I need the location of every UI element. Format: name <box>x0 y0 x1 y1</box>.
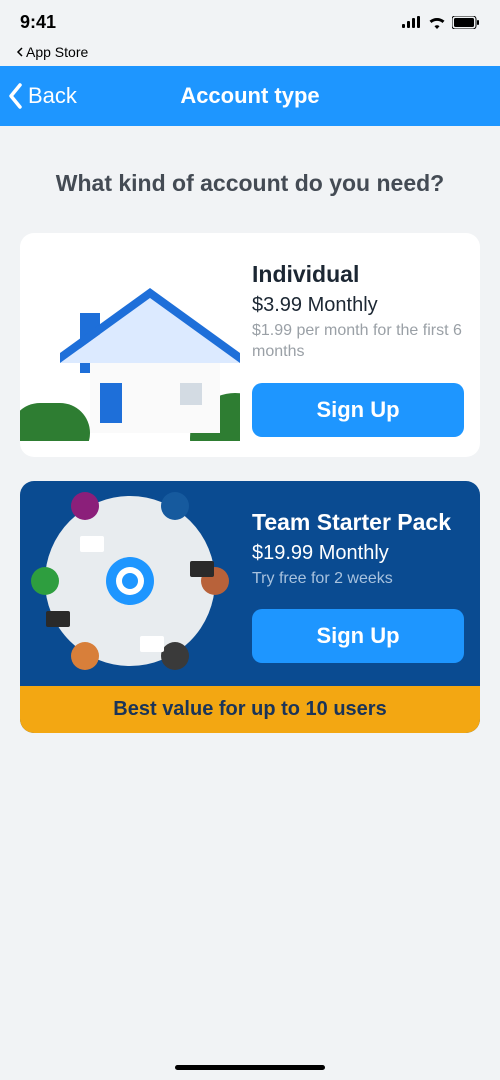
wifi-icon <box>428 16 446 29</box>
plan-price: $3.99 Monthly <box>252 294 464 317</box>
heading: What kind of account do you need? <box>20 170 480 197</box>
battery-icon <box>452 16 480 29</box>
chevron-left-icon <box>8 83 24 109</box>
plan-title: Team Starter Pack <box>252 509 464 536</box>
signup-button-team[interactable]: Sign Up <box>252 609 464 663</box>
nav-bar: Back Account type <box>0 66 500 126</box>
plan-sub: $1.99 per month for the first 6 months <box>252 321 464 363</box>
cellular-icon <box>402 16 422 28</box>
breadcrumb-label: App Store <box>26 44 88 60</box>
team-banner: Best value for up to 10 users <box>20 686 480 733</box>
back-label: Back <box>28 83 77 109</box>
back-button[interactable]: Back <box>8 83 77 109</box>
plan-card-individual: Individual $3.99 Monthly $1.99 per month… <box>20 233 480 457</box>
status-time: 9:41 <box>20 12 56 33</box>
status-icons <box>402 16 480 29</box>
plan-title: Individual <box>252 261 464 288</box>
home-indicator[interactable] <box>175 1065 325 1070</box>
page-title: Account type <box>180 83 319 109</box>
breadcrumb-caret-icon <box>16 47 24 57</box>
status-bar: 9:41 <box>0 0 500 44</box>
individual-illustration <box>20 233 240 457</box>
breadcrumb[interactable]: App Store <box>0 44 500 66</box>
plan-price: $19.99 Monthly <box>252 542 464 565</box>
content: What kind of account do you need? Indivi… <box>0 126 500 733</box>
team-illustration <box>20 481 240 686</box>
plan-body-team: Team Starter Pack $19.99 Monthly Try fre… <box>240 481 480 686</box>
plan-sub: Try free for 2 weeks <box>252 569 464 590</box>
plan-body-individual: Individual $3.99 Monthly $1.99 per month… <box>240 233 480 457</box>
signup-button-individual[interactable]: Sign Up <box>252 383 464 437</box>
plan-card-team: Team Starter Pack $19.99 Monthly Try fre… <box>20 481 480 733</box>
